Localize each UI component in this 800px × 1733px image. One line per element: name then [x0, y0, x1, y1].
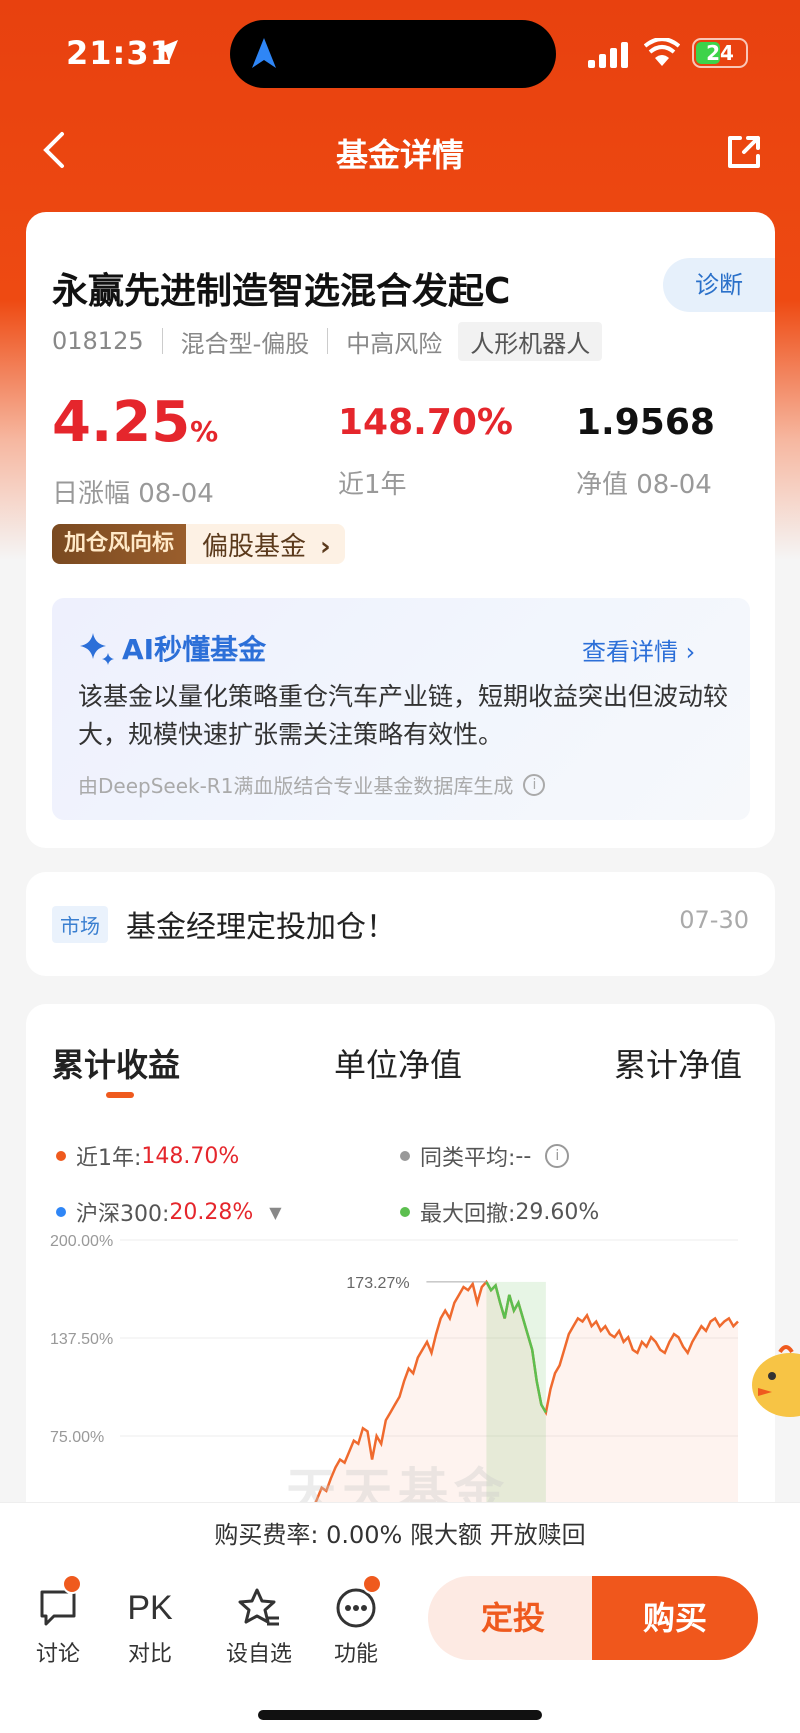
compare-button[interactable]: PK 对比	[110, 1580, 190, 1668]
y-tick-label: 200.00%	[50, 1233, 113, 1250]
fund-name: 永赢先进制造智选混合发起C	[52, 271, 511, 312]
cellular-signal-icon	[588, 42, 628, 68]
y-tick-label: 75.00%	[50, 1429, 104, 1446]
mascot-chick-icon[interactable]	[750, 1340, 800, 1430]
functions-button[interactable]: 功能	[316, 1580, 396, 1668]
fund-type: 混合型-偏股	[180, 329, 310, 358]
home-indicator	[258, 1710, 542, 1720]
fee-info: 购买费率: 0.00% 限大额 开放赎回	[0, 1502, 800, 1566]
buy-button[interactable]: 购买	[592, 1576, 758, 1660]
share-icon[interactable]	[724, 132, 764, 172]
sparkle-icon	[80, 633, 114, 665]
ai-summary-text: 该基金以量化策略重仓汽车产业链，短期收益突出但波动较大，规模快速扩张需关注策略有…	[78, 682, 729, 749]
year-return-label: 近1年	[338, 470, 407, 500]
wifi-icon	[644, 38, 680, 66]
pk-icon: PK	[127, 1588, 173, 1627]
fund-risk: 中高风险	[346, 329, 443, 358]
chat-bubble-icon	[40, 1590, 76, 1626]
theme-tag[interactable]: 人形机器人	[458, 321, 603, 361]
location-arrow-icon	[156, 40, 178, 62]
fund-summary-card: 永赢先进制造智选混合发起C 诊断 018125 混合型-偏股 中高风险 人形机器…	[26, 212, 775, 848]
wind-vane-title: 加仓风向标	[52, 524, 187, 564]
news-card[interactable]: 市场 基金经理定投加仓！ 07-30	[26, 872, 775, 976]
status-bar: 21:31 24	[0, 0, 800, 110]
notification-badge	[62, 1574, 82, 1594]
battery-indicator: 24	[692, 38, 748, 68]
page-title: 基金详情	[335, 136, 464, 174]
daily-change-stat: 4.25% 日涨幅 08-04	[52, 388, 218, 510]
add-watchlist-button[interactable]: 设自选	[214, 1580, 304, 1668]
news-date: 07-30	[679, 906, 749, 934]
dynamic-island	[230, 20, 556, 88]
info-icon[interactable]: i	[523, 773, 546, 796]
navigation-app-icon	[252, 38, 276, 68]
nav-label: 净值 08-04	[576, 470, 712, 500]
bottom-action-bar: 讨论 PK 对比 设自选 功能 定投 购买	[0, 1566, 800, 1733]
ai-summary-title: AI秒懂基金	[78, 628, 266, 668]
nav-stat: 1.9568 净值 08-04	[576, 388, 715, 501]
diagnose-button[interactable]: 诊断	[663, 258, 775, 312]
ai-summary-panel[interactable]: AI秒懂基金 查看详情 › 该基金以量化策略重仓汽车产业链，短期收益突出但波动较…	[52, 598, 750, 820]
year-return-value: 148.70%	[338, 402, 513, 443]
performance-chart-card: 累计收益 单位净值 累计净值 近1年: 148.70% 同类平均: -- i 沪深3…	[26, 1004, 775, 1564]
fund-code: 018125	[52, 327, 144, 355]
news-tag: 市场	[52, 906, 108, 943]
ai-source-note: 由DeepSeek-R1满血版结合专业基金数据库生成 i	[78, 770, 546, 799]
daily-change-value: 4.25%	[52, 390, 219, 455]
news-headline: 基金经理定投加仓！	[126, 910, 396, 945]
sip-button[interactable]: 定投	[428, 1576, 598, 1660]
divider	[161, 328, 163, 354]
discuss-button[interactable]: 讨论	[18, 1580, 98, 1668]
fund-tags: 018125 混合型-偏股 中高风险 人形机器人	[52, 321, 603, 361]
y-tick-label: 137.50%	[50, 1331, 113, 1348]
star-list-icon	[238, 1588, 279, 1626]
wind-vane-badge[interactable]: 加仓风向标 偏股基金 ›	[52, 524, 345, 564]
battery-percent: 24	[706, 41, 734, 65]
peak-value-label: 173.27%	[346, 1275, 409, 1292]
divider	[327, 328, 329, 354]
daily-change-label: 日涨幅 08-04	[52, 479, 214, 509]
year-return-stat: 148.70% 近1年	[338, 388, 513, 501]
chevron-right-icon: ›	[685, 638, 696, 666]
notification-badge	[362, 1574, 382, 1594]
nav-value: 1.9568	[576, 402, 715, 443]
ai-detail-link[interactable]: 查看详情 ›	[582, 632, 695, 667]
chevron-right-icon: ›	[320, 531, 331, 562]
nav-bar: 基金详情	[0, 120, 800, 180]
wind-vane-category: 偏股基金 ›	[202, 531, 331, 562]
